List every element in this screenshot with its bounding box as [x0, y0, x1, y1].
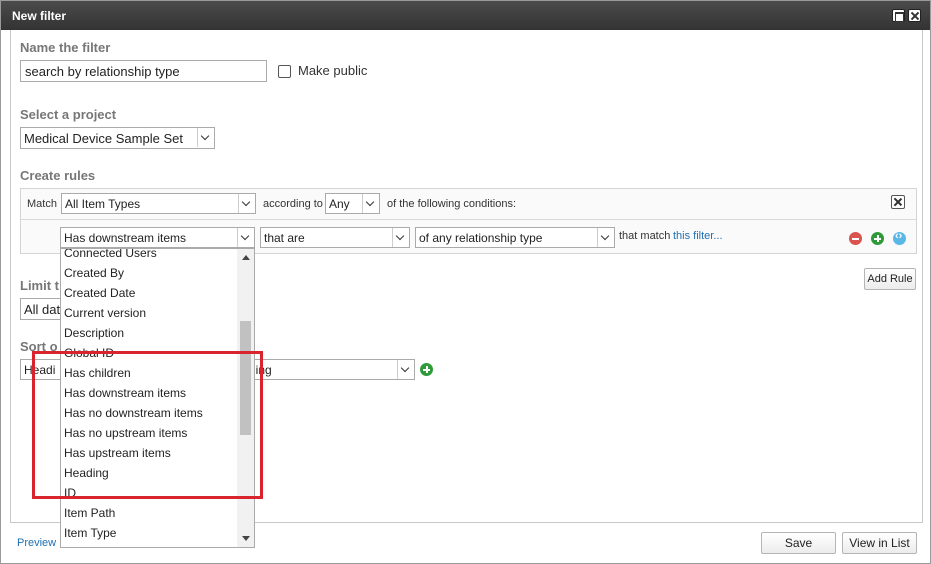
limit-select-value: All dat	[24, 302, 61, 317]
title-bar[interactable]: New filter	[1, 1, 930, 30]
item-type-select-value: All Item Types	[65, 197, 141, 211]
make-public-checkbox[interactable]	[278, 65, 291, 78]
new-filter-dialog: New filter Name the filter search by rel…	[0, 0, 931, 564]
rules-box: Match All Item Types according to Any of…	[20, 188, 917, 254]
item-type-select[interactable]: All Item Types	[61, 193, 256, 214]
view-in-list-button[interactable]: View in List	[842, 532, 917, 554]
create-rules-label: Create rules	[20, 168, 96, 183]
according-to-label: according to	[263, 198, 323, 210]
limit-label: Limit t	[20, 278, 59, 293]
add-rule-icon[interactable]	[871, 232, 884, 245]
chevron-down-icon	[238, 194, 255, 213]
rule-operator-select[interactable]: that are	[260, 227, 410, 248]
add-sort-icon[interactable]	[420, 363, 433, 376]
chevron-down-icon	[237, 228, 254, 247]
dropdown-option[interactable]: Description	[61, 323, 239, 343]
highlight-box	[32, 351, 263, 499]
chevron-down-icon	[362, 194, 379, 213]
project-select[interactable]: Medical Device Sample Set	[20, 127, 215, 149]
project-select-value: Medical Device Sample Set	[24, 131, 183, 146]
any-select[interactable]: Any	[325, 193, 380, 214]
name-filter-label: Name the filter	[20, 40, 111, 55]
rule-field-select[interactable]: Has downstream items	[60, 227, 255, 248]
dropdown-option[interactable]: Item Type	[61, 523, 239, 543]
this-filter-link[interactable]: this filter...	[673, 230, 723, 242]
preview-link[interactable]: Preview	[17, 537, 56, 549]
rule-operator-select-value: that are	[264, 231, 305, 245]
dropdown-option[interactable]: Connected Users	[61, 249, 239, 263]
conditions-label: of the following conditions:	[387, 198, 517, 210]
maximize-icon[interactable]	[892, 9, 905, 22]
save-button[interactable]: Save	[761, 532, 836, 554]
nested-rule-icon[interactable]	[893, 230, 906, 245]
that-match-label: that match	[619, 230, 671, 242]
any-select-value: Any	[329, 197, 350, 211]
chevron-down-icon	[597, 228, 614, 247]
rule-relationship-select-value: of any relationship type	[419, 231, 543, 245]
select-project-label: Select a project	[20, 107, 117, 122]
remove-rules-icon[interactable]	[891, 195, 905, 209]
close-icon[interactable]	[908, 9, 921, 22]
make-public-label: Make public	[298, 63, 368, 78]
match-label: Match	[27, 198, 57, 210]
chevron-down-icon	[197, 128, 214, 147]
rules-divider	[21, 219, 916, 220]
remove-rule-icon[interactable]	[849, 232, 862, 245]
add-rule-button[interactable]: Add Rule	[864, 268, 916, 290]
rule-relationship-select[interactable]: of any relationship type	[415, 227, 615, 248]
rule-field-select-value: Has downstream items	[64, 231, 187, 245]
dropdown-option[interactable]: Created Date	[61, 283, 239, 303]
dropdown-option[interactable]: Created By	[61, 263, 239, 283]
scroll-up-arrow-icon[interactable]	[242, 255, 250, 260]
chevron-down-icon	[392, 228, 409, 247]
dropdown-option[interactable]: Current version	[61, 303, 239, 323]
dropdown-option[interactable]: Item Path	[61, 503, 239, 523]
dialog-title: New filter	[12, 9, 67, 23]
filter-name-input[interactable]: search by relationship type	[20, 60, 267, 82]
sort-direction-select[interactable]: ding	[245, 359, 415, 380]
scroll-down-arrow-icon[interactable]	[242, 536, 250, 541]
chevron-down-icon	[397, 360, 414, 379]
